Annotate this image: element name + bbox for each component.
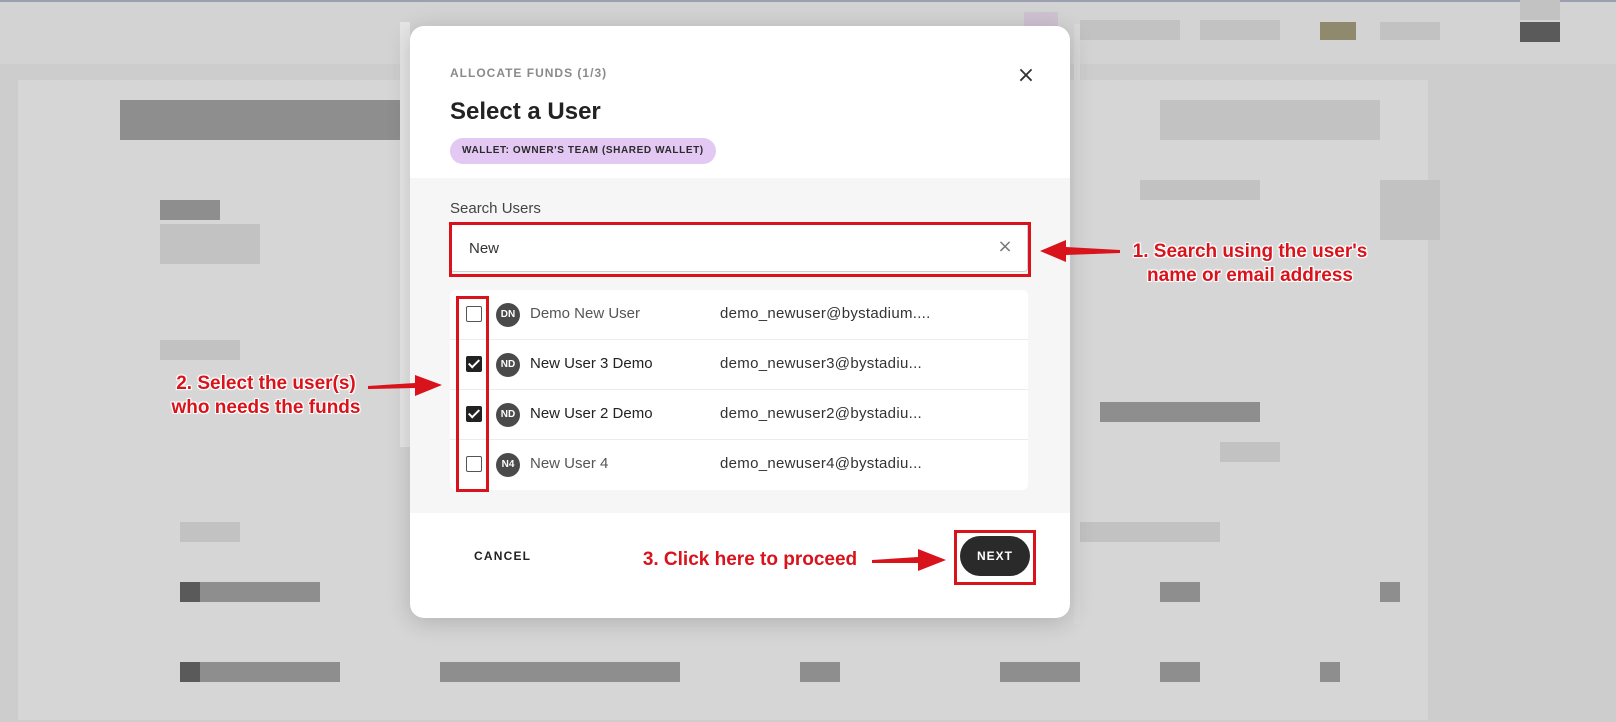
user-list: DN Demo New User demo_newuser@bystadium.… [450,290,1028,490]
background-block [1380,22,1440,40]
user-row[interactable]: DN Demo New User demo_newuser@bystadium.… [450,290,1028,340]
background-block [160,340,240,360]
background-block [1000,662,1080,682]
background-block [1140,180,1260,200]
background-block [1080,522,1220,542]
avatar: ND [496,353,520,377]
user-email: demo_newuser2@bystadiu... [720,405,923,422]
background-block [1380,180,1440,240]
user-checkbox[interactable] [466,356,482,372]
avatar: DN [496,303,520,327]
allocate-funds-dialog: ALLOCATE FUNDS (1/3) × Select a User WAL… [410,26,1070,618]
background-block [1520,22,1560,42]
background-block [180,662,200,682]
background-block [1320,662,1340,682]
modal-scroll-edge [400,22,410,447]
user-checkbox[interactable] [466,406,482,422]
background-block [1380,582,1400,602]
background-block [120,100,400,140]
annotation-step-1: 1. Search using the user's name or email… [1132,241,1368,286]
user-email: demo_newuser4@bystadiu... [720,455,923,472]
step-label: ALLOCATE FUNDS (1/3) [450,66,608,80]
background-block [1160,100,1380,140]
user-checkbox[interactable] [466,456,482,472]
search-input[interactable] [467,223,971,273]
user-name: New User 3 Demo [530,355,653,372]
background-block [1100,402,1260,422]
cancel-button[interactable]: CANCEL [474,549,531,563]
dialog-body: Search Users × DN Demo New User demo_new… [410,178,1070,513]
dialog-title: Select a User [450,98,601,125]
background-block [160,224,260,264]
avatar: ND [496,403,520,427]
user-row[interactable]: ND New User 2 Demo demo_newuser2@bystadi… [450,390,1028,440]
user-name: New User 2 Demo [530,405,653,422]
user-name: Demo New User [530,305,641,322]
background-block [180,522,240,542]
clear-search-icon[interactable]: × [995,237,1015,257]
background-block [1520,0,1560,20]
background-block [180,582,200,602]
background-block [440,662,680,682]
background-block [1160,662,1200,682]
avatar: N4 [496,453,520,477]
user-checkbox[interactable] [466,306,482,322]
background-block [800,662,840,682]
user-row[interactable]: N4 New User 4 demo_newuser4@bystadiu... [450,440,1028,490]
user-email: demo_newuser3@bystadiu... [720,355,923,372]
background-block [1080,20,1180,40]
background-block [1320,22,1356,40]
user-email: demo_newuser@bystadium.... [720,305,931,322]
close-icon[interactable]: × [1016,65,1036,87]
user-row[interactable]: ND New User 3 Demo demo_newuser3@bystadi… [450,340,1028,390]
next-button[interactable]: NEXT [960,536,1030,576]
background-block [200,582,320,602]
background-block [160,200,220,220]
background-block [1160,582,1200,602]
background-block [1220,442,1280,462]
user-name: New User 4 [530,455,609,472]
search-users-label: Search Users [450,200,541,217]
wallet-badge: WALLET: OWNER'S TEAM (SHARED WALLET) [450,138,716,164]
search-box: × [450,222,1028,273]
background-block [1200,20,1280,40]
modal-scrollbar[interactable] [1074,24,1080,624]
annotation-step-3: 3. Click here to proceed [642,549,858,570]
annotation-step-2: 2. Select the user(s) who needs the fund… [171,373,361,418]
background-block [200,662,340,682]
